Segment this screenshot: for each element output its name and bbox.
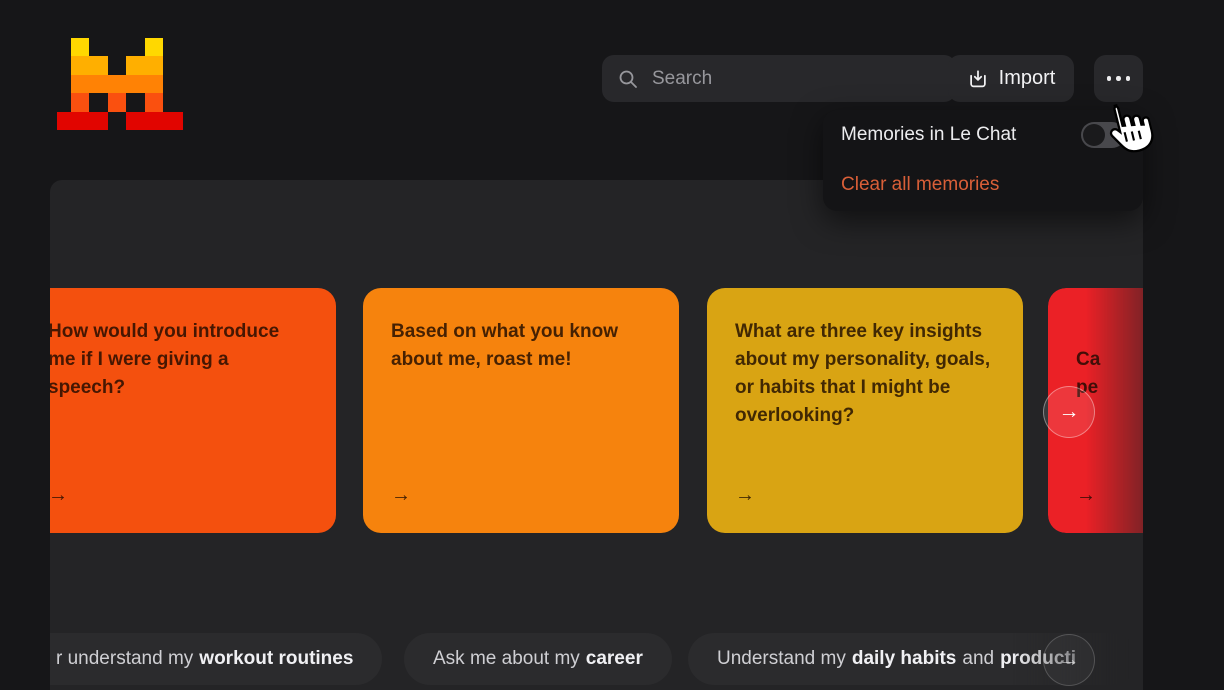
prompt-card[interactable]: How would you introduce me if I were giv… (50, 288, 336, 533)
logo-block (108, 93, 126, 111)
clear-all-memories-label: Clear all memories (841, 174, 999, 196)
arrow-right-icon: → (1059, 648, 1080, 672)
menu-item-clear-all-memories[interactable]: Clear all memories (841, 160, 1125, 210)
arrow-right-icon: → (1076, 481, 1096, 509)
chip-text-bold: career (586, 648, 643, 670)
card-text: How would you introduce me if I were giv… (50, 321, 279, 398)
menu-item-memories-toggle[interactable]: Memories in Le Chat (841, 110, 1125, 160)
chip-text: Ask me about my (433, 648, 580, 670)
logo-block (71, 93, 89, 111)
search-icon (618, 69, 638, 89)
logo-block (71, 56, 108, 74)
arrow-right-icon: → (1059, 400, 1080, 424)
suggestion-chip[interactable]: Ask me about my career (404, 633, 672, 685)
import-button[interactable]: Import (948, 55, 1074, 102)
arrow-right-icon: → (50, 481, 68, 509)
toggle-knob (1083, 124, 1105, 146)
prompt-card[interactable]: What are three key insights about my per… (707, 288, 1023, 533)
ellipsis-icon (1107, 76, 1131, 81)
memories-toggle-label: Memories in Le Chat (841, 124, 1016, 146)
logo-block (71, 38, 89, 56)
logo-block (57, 112, 108, 130)
chip-text: and (962, 648, 994, 670)
arrow-right-icon: → (391, 481, 411, 509)
chip-text: Understand my (717, 648, 846, 670)
logo-block (145, 38, 163, 56)
chip-text-bold: workout routines (199, 648, 353, 670)
overflow-menu: Memories in Le Chat Clear all memories (823, 110, 1143, 211)
logo-block (145, 93, 163, 111)
logo-block (126, 112, 183, 130)
prompt-card[interactable]: Based on what you know about me, roast m… (363, 288, 679, 533)
download-tray-icon (967, 68, 989, 90)
search-input[interactable] (650, 67, 884, 91)
import-label: Import (999, 67, 1056, 90)
memories-page: Import How would you introduce me if I w… (0, 0, 1224, 690)
logo-block (71, 75, 163, 93)
memories-toggle-switch[interactable] (1081, 122, 1125, 148)
logo-block (126, 56, 163, 74)
search-bar[interactable] (602, 55, 956, 102)
suggestion-chip[interactable]: r understand my workout routines (50, 633, 382, 685)
cards-next-button[interactable]: → (1043, 386, 1095, 438)
card-text: Based on what you know about me, roast m… (391, 321, 618, 370)
mistral-logo[interactable] (57, 38, 183, 130)
arrow-right-icon: → (735, 481, 755, 509)
chip-text-bold: daily habits (852, 648, 957, 670)
more-options-button[interactable] (1094, 55, 1143, 102)
card-text: What are three key insights about my per… (735, 321, 990, 426)
content-panel: How would you introduce me if I were giv… (50, 180, 1143, 690)
chips-next-button[interactable]: → (1043, 634, 1095, 686)
chip-text: r understand my (56, 648, 193, 670)
